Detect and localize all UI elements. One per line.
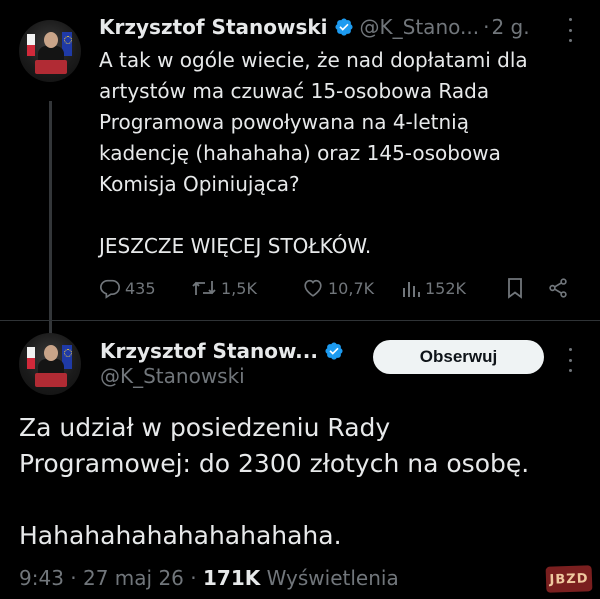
views-count: 152K — [425, 278, 467, 298]
tweet-meta: 9:43 · 27 maj 26 · 171K Wyświetlenia — [19, 566, 399, 590]
like-icon — [302, 277, 324, 299]
author-handle[interactable]: @K_Stanowski — [100, 364, 245, 388]
separator-dot: · — [483, 15, 490, 39]
repost-button[interactable]: 1,5K — [191, 273, 257, 303]
author-name[interactable]: Krzysztof Stanow... — [100, 339, 318, 363]
avatar[interactable] — [19, 20, 81, 82]
views-label: Wyświetlenia — [266, 566, 399, 590]
like-button[interactable]: 10,7K — [302, 273, 374, 303]
verified-badge-icon — [324, 341, 344, 361]
tweet-time[interactable]: 2 g. — [491, 15, 529, 39]
author-name[interactable]: Krzysztof Stanowski — [99, 15, 328, 39]
tweet-date[interactable]: 27 maj 26 — [83, 566, 184, 590]
tweet-header: Krzysztof Stanow... — [100, 337, 344, 365]
bookmark-button[interactable] — [505, 273, 525, 303]
repost-icon — [191, 277, 217, 299]
like-count: 10,7K — [328, 278, 375, 298]
tweet-time[interactable]: 9:43 — [19, 566, 64, 590]
tweet-text: Za udział w posiedzeniu Rady Programowej… — [19, 413, 530, 550]
more-icon[interactable] — [560, 18, 580, 42]
follow-button[interactable]: Obserwuj — [373, 340, 544, 374]
screen: Krzysztof Stanowski @K_Stano... · 2 g. A… — [0, 0, 600, 599]
reply-button[interactable]: 435 — [99, 273, 156, 303]
divider — [0, 320, 600, 321]
views-icon — [401, 277, 421, 299]
tweet-text: A tak w ogóle wiecie, że nad dopłatami d… — [99, 48, 528, 258]
share-icon — [547, 277, 569, 299]
share-button[interactable] — [547, 273, 569, 303]
verified-badge-icon — [334, 17, 354, 37]
avatar[interactable] — [19, 333, 81, 395]
author-handle[interactable]: @K_Stano... — [360, 15, 480, 39]
reply-count: 435 — [125, 278, 156, 298]
reply-icon — [99, 277, 121, 299]
repost-count: 1,5K — [221, 278, 257, 298]
views-count: 171K — [203, 566, 261, 590]
watermark-logo: JBZD — [545, 565, 593, 593]
tweet-actions: 435 1,5K 10,7K 152K — [99, 273, 579, 303]
views-button[interactable]: 152K — [401, 273, 466, 303]
tweet-header: Krzysztof Stanowski @K_Stano... · 2 g. — [99, 12, 530, 42]
bookmark-icon — [505, 277, 525, 299]
more-icon[interactable] — [560, 348, 580, 372]
